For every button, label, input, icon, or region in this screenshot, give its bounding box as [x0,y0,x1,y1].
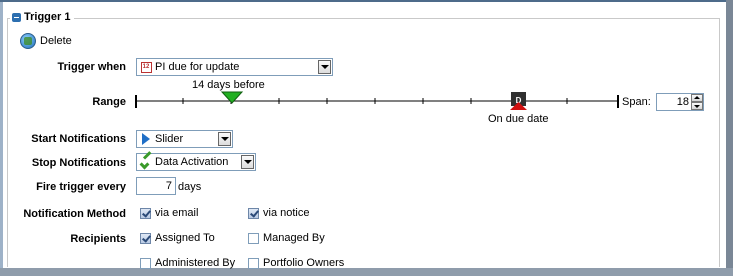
start-notifications-value: Slider [155,133,184,145]
trigger-when-label: Trigger when [57,61,126,73]
trigger-title: Trigger 1 [24,11,71,23]
managed-by-label: Managed By [263,232,325,244]
recipients-label: Recipients [70,233,126,245]
stop-notifications-select[interactable]: Data Activation [136,153,256,171]
portfolio-owners-checkbox[interactable]: Portfolio Owners [248,257,344,269]
window-frame-bottom [0,268,733,276]
checkbox-checked-icon[interactable] [248,207,259,219]
collapse-icon[interactable] [12,12,21,22]
fire-trigger-unit: days [178,181,202,193]
assigned-to-label: Assigned To [155,232,215,244]
checkbox-checked-icon[interactable] [140,232,151,244]
notification-method-label: Notification Method [23,208,126,220]
spinner-up-icon[interactable] [691,94,703,102]
checkbox-unchecked-icon[interactable] [140,257,151,269]
delete-button[interactable]: Delete [20,33,72,49]
trigger-when-select[interactable]: 12 PI due for update [136,58,333,76]
portfolio-owners-label: Portfolio Owners [263,257,345,269]
administered-by-checkbox[interactable]: Administered By [140,257,235,269]
start-notifications-select[interactable]: Slider [136,130,233,148]
calendar-icon: 12 [140,61,152,73]
via-notice-checkbox[interactable]: via notice [248,207,309,219]
assigned-to-checkbox[interactable]: Assigned To [140,232,215,244]
via-notice-label: via notice [263,207,310,219]
span-value: 18 [676,96,689,108]
range-slider[interactable]: D [135,89,625,115]
via-email-checkbox[interactable]: via email [140,207,198,219]
via-email-label: via email [155,207,199,219]
span-label: Span: [622,96,651,108]
trigger-when-value: PI due for update [155,61,240,73]
window-frame-top [0,0,733,2]
chevron-down-icon[interactable] [318,60,331,74]
delete-icon [20,33,36,49]
checkbox-unchecked-icon[interactable] [248,232,259,244]
spinner-down-icon[interactable] [691,102,703,110]
fire-trigger-label: Fire trigger every [36,181,126,193]
delete-label: Delete [40,35,72,47]
chevron-down-icon[interactable] [218,132,231,146]
stop-notifications-value: Data Activation [155,156,229,168]
span-spinner[interactable]: 18 [656,93,704,111]
chevron-down-icon[interactable] [241,155,254,169]
managed-by-checkbox[interactable]: Managed By [248,232,325,244]
due-marker-label: On due date [488,113,549,125]
administered-by-label: Administered By [155,257,236,269]
start-notifications-label: Start Notifications [31,133,126,145]
slider-icon [140,133,152,145]
stop-notifications-label: Stop Notifications [31,157,126,169]
window-frame-right [726,0,733,276]
checkmark-icon [140,156,152,168]
checkbox-unchecked-icon[interactable] [248,257,259,269]
checkbox-checked-icon[interactable] [140,207,151,219]
fire-trigger-input[interactable]: 7 [136,177,176,195]
trigger-legend: Trigger 1 [10,11,75,23]
range-label: Range [92,96,126,108]
